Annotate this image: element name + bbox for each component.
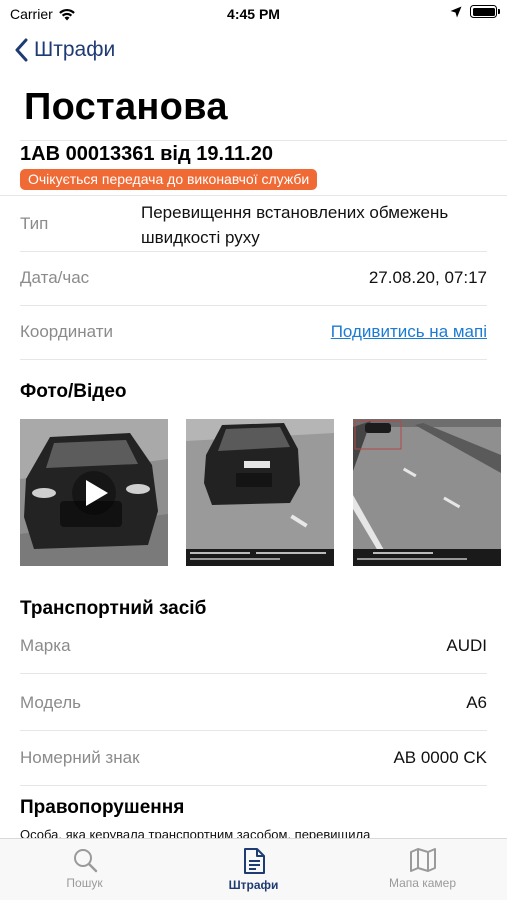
vehicle-section-title: Транспортний засіб bbox=[20, 598, 207, 619]
back-label: Штрафи bbox=[34, 38, 116, 61]
type-value: Перевищення встановлених обмежень швидко… bbox=[141, 203, 449, 247]
media-section-title: Фото/Відео bbox=[20, 381, 127, 402]
tab-fines[interactable]: Штрафи bbox=[169, 839, 338, 900]
battery-icon bbox=[470, 5, 500, 18]
map-icon bbox=[409, 848, 436, 872]
divider bbox=[20, 673, 487, 674]
datetime-label: Дата/час bbox=[20, 268, 90, 287]
back-button[interactable]: Штрафи bbox=[14, 38, 115, 62]
divider bbox=[20, 785, 487, 786]
divider bbox=[20, 359, 487, 360]
tab-label: Штрафи bbox=[228, 878, 279, 892]
offense-section-title: Правопорушення bbox=[20, 797, 185, 818]
photo-thumbnail[interactable] bbox=[186, 419, 334, 566]
datetime-value: 27.08.20, 07:17 bbox=[368, 268, 487, 287]
tab-label: Пошук bbox=[66, 876, 103, 890]
video-thumbnail[interactable] bbox=[20, 419, 168, 566]
photo-thumbnail[interactable] bbox=[353, 419, 501, 566]
brand-label: Марка bbox=[20, 636, 71, 655]
divider bbox=[0, 195, 507, 196]
model-label: Модель bbox=[20, 693, 82, 712]
page-title: Постанова bbox=[24, 86, 228, 128]
tab-label: Мапа камер bbox=[388, 876, 457, 890]
brand-value: AUDI bbox=[446, 636, 487, 655]
plate-label: Номерний знак bbox=[20, 748, 140, 767]
document-icon bbox=[243, 848, 265, 874]
view-on-map-link[interactable]: Подивитись на мапі bbox=[331, 322, 487, 342]
type-label: Тип bbox=[20, 214, 49, 233]
plate-value: AB 0000 CK bbox=[393, 748, 487, 767]
status-badge: Очікується передача до виконавчої служби bbox=[20, 169, 318, 190]
status-time: 4:45 PM bbox=[227, 6, 280, 22]
tab-search[interactable]: Пошук bbox=[0, 839, 169, 900]
location-arrow-icon bbox=[450, 6, 462, 17]
model-value: A6 bbox=[466, 693, 487, 712]
chevron-left-icon bbox=[15, 38, 28, 62]
tab-bar: Пошук Штрафи Мапа камер bbox=[0, 838, 507, 900]
coords-label: Координати bbox=[20, 322, 114, 341]
divider bbox=[20, 730, 487, 731]
status-bar: Carrier 4:45 PM bbox=[0, 0, 507, 28]
tab-camera-map[interactable]: Мапа камер bbox=[338, 839, 507, 900]
search-icon bbox=[73, 849, 97, 873]
decree-number: 1АВ 00013361 від 19.11.20 bbox=[20, 143, 273, 165]
divider bbox=[20, 140, 507, 141]
divider bbox=[20, 251, 487, 252]
divider bbox=[20, 305, 487, 306]
